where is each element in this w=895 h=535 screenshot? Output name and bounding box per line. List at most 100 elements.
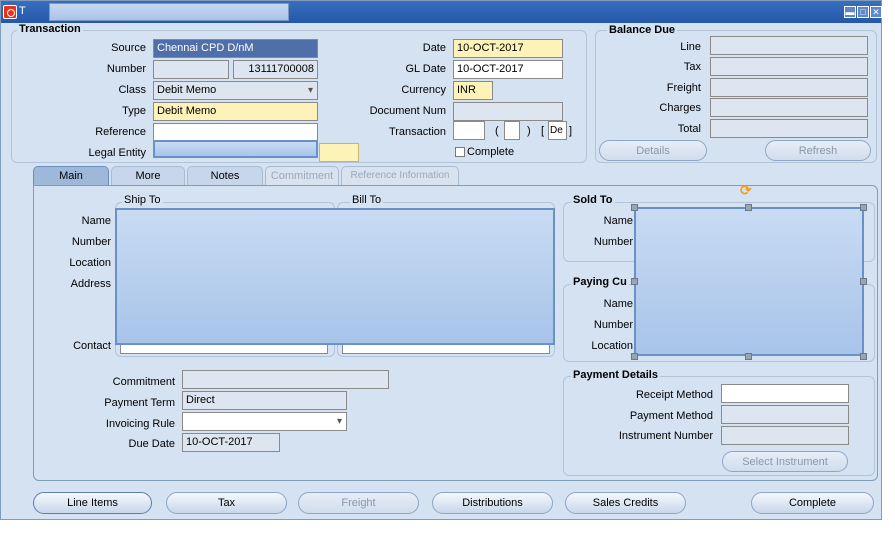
- type-field[interactable]: Debit Memo: [153, 102, 318, 121]
- contact-label: Contact: [73, 340, 111, 352]
- ship-to-title: Ship To: [122, 194, 163, 206]
- gl-date-label: GL Date: [405, 63, 446, 75]
- transaction-window: T ▬ □ ✕ Transaction Source Chennai CPD D…: [0, 0, 882, 520]
- line-items-button[interactable]: Line Items: [33, 492, 152, 514]
- address-label: Address: [70, 278, 111, 290]
- paying-name-label: Name: [603, 298, 633, 310]
- number-label-main: Number: [71, 236, 111, 248]
- number-label: Number: [106, 63, 146, 75]
- reference-label: Reference: [95, 126, 146, 138]
- refresh-button[interactable]: Refresh: [765, 140, 871, 161]
- payment-term-field[interactable]: Direct: [182, 391, 347, 410]
- charges-label: Charges: [659, 102, 701, 114]
- type-label: Type: [122, 105, 146, 117]
- transaction-group-title: Transaction: [17, 23, 83, 35]
- transaction-bracket-field[interactable]: De: [548, 121, 567, 140]
- sold-to-name-label: Name: [603, 215, 633, 227]
- document-num-field[interactable]: [453, 102, 563, 121]
- line-label: Line: [680, 41, 701, 53]
- paying-number-label: Number: [593, 319, 633, 331]
- commitment-label: Commitment: [112, 376, 175, 388]
- resize-handle-ne[interactable]: [860, 204, 867, 211]
- location-label: Location: [69, 257, 111, 269]
- close-icon[interactable]: ✕: [870, 6, 882, 18]
- payment-method-field[interactable]: [721, 405, 849, 424]
- resize-handle-n[interactable]: [745, 204, 752, 211]
- details-button[interactable]: Details: [599, 140, 707, 161]
- source-field[interactable]: Chennai CPD D/nM: [153, 39, 318, 58]
- payment-details-title: Payment Details: [571, 369, 660, 381]
- bracket-open: [: [541, 125, 545, 137]
- sales-credits-button[interactable]: Sales Credits: [565, 492, 686, 514]
- total-label: Total: [677, 123, 701, 135]
- paren-open: (: [495, 125, 499, 137]
- resize-handle-e[interactable]: [860, 278, 867, 285]
- tax-button[interactable]: Tax: [166, 492, 287, 514]
- distributions-button[interactable]: Distributions: [432, 492, 553, 514]
- freight-label: Freight: [666, 82, 701, 94]
- tax-field[interactable]: [710, 57, 868, 76]
- paying-location-label: Location: [591, 340, 633, 352]
- complete-checkbox-label: Complete: [467, 146, 515, 158]
- commitment-field[interactable]: [182, 370, 389, 389]
- sold-to-number-label: Number: [593, 236, 633, 248]
- charges-field[interactable]: [710, 98, 868, 117]
- sold-paying-selection-redaction: [634, 207, 864, 356]
- transaction-label: Transaction: [388, 126, 446, 138]
- complete-button[interactable]: Complete: [751, 492, 874, 514]
- balance-due-title: Balance Due: [607, 24, 678, 36]
- sold-to-title: Sold To: [571, 194, 615, 206]
- paren-close: ): [527, 125, 531, 137]
- line-field[interactable]: [710, 36, 868, 55]
- resize-handle-w[interactable]: [631, 278, 638, 285]
- complete-checkbox[interactable]: [455, 147, 465, 157]
- resize-handle-nw[interactable]: [631, 204, 638, 211]
- legal-entity-field[interactable]: [153, 140, 318, 158]
- payment-method-label: Payment Method: [629, 410, 713, 422]
- currency-field[interactable]: INR: [453, 81, 493, 100]
- tab-main[interactable]: Main: [33, 166, 109, 185]
- freight-field[interactable]: [710, 78, 868, 97]
- window-title: T: [19, 5, 26, 17]
- tab-commitment[interactable]: Commitment: [265, 166, 339, 185]
- tab-reference-information[interactable]: Reference Information: [341, 166, 459, 185]
- name-label: Name: [81, 215, 111, 227]
- freight-button[interactable]: Freight: [298, 492, 419, 514]
- transaction-field[interactable]: [453, 121, 485, 140]
- legal-entity-extension[interactable]: [319, 143, 359, 162]
- date-field[interactable]: 10-OCT-2017: [453, 39, 563, 58]
- select-instrument-button[interactable]: Select Instrument: [722, 451, 848, 472]
- invoicing-rule-label: Invoicing Rule: [105, 418, 175, 430]
- oracle-app-icon: [3, 5, 17, 19]
- instrument-number-field[interactable]: [721, 426, 849, 445]
- number-prefix-field[interactable]: [153, 60, 229, 79]
- ship-bill-selection-redaction: [115, 208, 555, 345]
- due-date-field[interactable]: 10-OCT-2017: [182, 433, 280, 452]
- gl-date-field[interactable]: 10-OCT-2017: [453, 60, 563, 79]
- class-select[interactable]: Debit Memo: [153, 81, 318, 100]
- tab-more[interactable]: More: [111, 166, 185, 185]
- legal-entity-label: Legal Entity: [88, 147, 146, 159]
- total-field[interactable]: [710, 119, 868, 138]
- title-bar[interactable]: T ▬ □ ✕: [1, 1, 882, 23]
- title-redaction: [49, 3, 289, 21]
- resize-handle-sw[interactable]: [631, 353, 638, 360]
- minimize-icon[interactable]: ▬: [844, 6, 856, 18]
- tax-label: Tax: [683, 61, 701, 73]
- bill-to-title: Bill To: [350, 194, 384, 206]
- resize-handle-s[interactable]: [745, 353, 752, 360]
- currency-label: Currency: [401, 84, 446, 96]
- receipt-method-field[interactable]: [721, 384, 849, 403]
- payment-term-label: Payment Term: [104, 397, 175, 409]
- invoicing-rule-select[interactable]: [182, 412, 347, 431]
- date-label: Date: [422, 42, 446, 54]
- due-date-label: Due Date: [128, 438, 175, 450]
- receipt-method-label: Receipt Method: [635, 389, 713, 401]
- tab-notes[interactable]: Notes: [187, 166, 263, 185]
- source-label: Source: [111, 42, 146, 54]
- maximize-icon[interactable]: □: [857, 6, 869, 18]
- resize-handle-se[interactable]: [860, 353, 867, 360]
- rotate-handle-icon[interactable]: ⟳: [740, 183, 752, 197]
- number-field[interactable]: 13111700008: [233, 60, 318, 79]
- transaction-paren-field[interactable]: [504, 121, 520, 140]
